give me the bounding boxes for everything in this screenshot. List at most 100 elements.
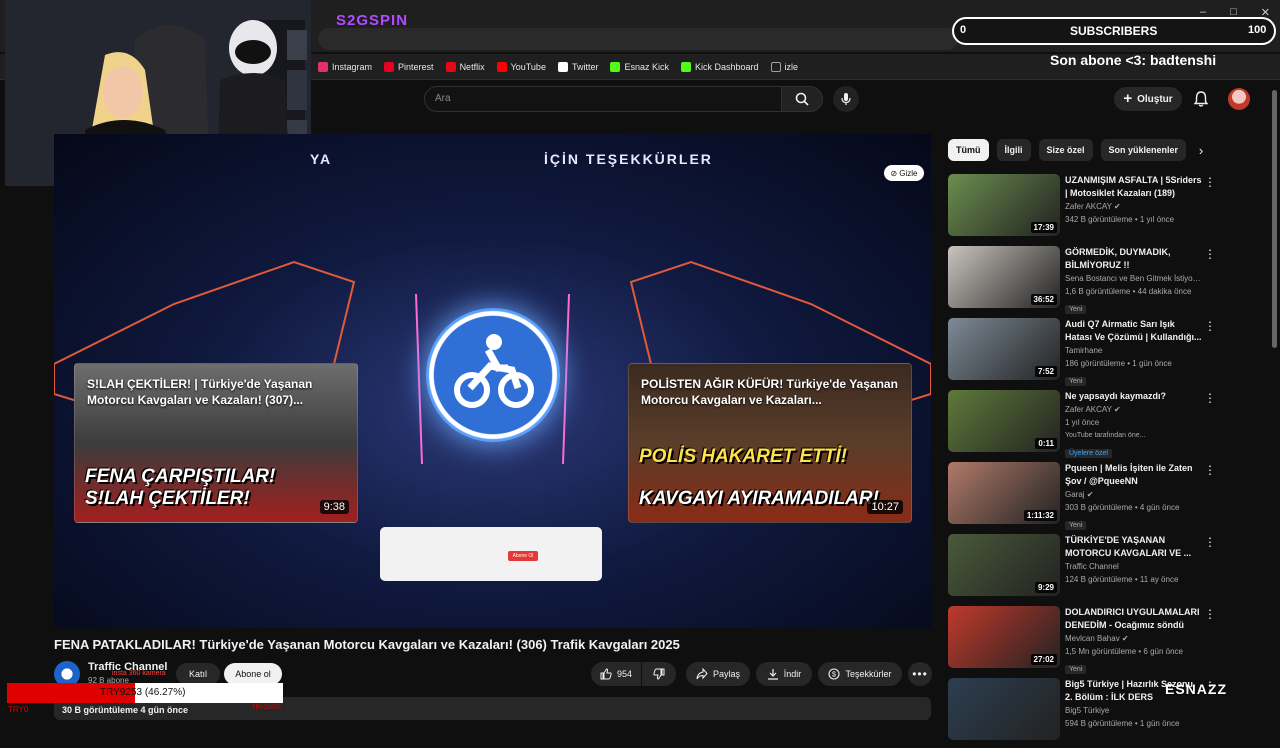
recommendation-item[interactable]: 9:29 TÜRKİYE'DE YAŞANAN MOTORCU KAVGALARI… (948, 532, 1224, 604)
download-button[interactable]: İndir (756, 662, 812, 686)
recommendation-channel[interactable]: Tamirhane (1065, 344, 1203, 357)
chip-for-you[interactable]: Size özel (1038, 139, 1093, 161)
bookmark-instagram[interactable]: Instagram (318, 61, 372, 72)
recommendation-thumbnail[interactable]: 0:11 (948, 390, 1060, 452)
tab-site-logo[interactable]: S2GSPIN (336, 12, 408, 29)
end-card-left-video[interactable]: S!LAH ÇEKTİLER! | Türkiye'de Yaşanan Mot… (74, 363, 358, 523)
recommendation-info: Audi Q7 Airmatic Sarı Işık Hatası Ve Çöz… (1065, 318, 1203, 388)
bookmark-folder-izle[interactable]: izle (770, 61, 798, 72)
recommendation-title[interactable]: Audi Q7 Airmatic Sarı Işık Hatası Ve Çöz… (1065, 318, 1203, 344)
recommendation-title[interactable]: Big5 Türkiye | Hazırlık Sezonu 2. Bölüm … (1065, 678, 1203, 704)
chip-all[interactable]: Tümü (948, 139, 989, 161)
recommendation-item[interactable]: 0:11 Ne yapsaydı kaymazdı? Zafer AKCAY ✔ 1 … (948, 388, 1224, 460)
bookmark-kick-dashboard[interactable]: Kick Dashboard (681, 61, 759, 72)
more-vertical-icon[interactable]: ⋮ (1204, 607, 1216, 621)
recommendation-meta: 124 B görüntüleme • 11 ay önce (1065, 575, 1179, 584)
more-vertical-icon[interactable]: ⋮ (1204, 247, 1216, 261)
thanks-button[interactable]: $ Teşekkürler (818, 662, 902, 686)
chip-related[interactable]: İlgili (996, 139, 1031, 161)
recommendation-thumbnail[interactable]: 17:39 (948, 174, 1060, 236)
svg-text:$: $ (833, 672, 837, 679)
create-button[interactable]: + Oluştur (1114, 87, 1182, 111)
recommendation-thumbnail[interactable] (948, 678, 1060, 740)
end-card-right-video[interactable]: POLİSTEN AĞIR KÜFÜR! Türkiye'de Yaşanan … (628, 363, 912, 523)
recommendation-title[interactable]: Pqueen | Melis İşiten ile Zaten Şov / @P… (1065, 462, 1203, 488)
more-actions-button[interactable]: ••• (908, 662, 932, 686)
subscriber-goal-start: 0 (960, 24, 967, 36)
account-avatar[interactable] (1228, 88, 1250, 110)
end-screen-subscribe-button[interactable]: Abone Ol (508, 551, 538, 561)
recommendation-thumbnail[interactable]: 9:29 (948, 534, 1060, 596)
recommendation-item[interactable]: 1:11:32 Pqueen | Melis İşiten ile Zaten Ş… (948, 460, 1224, 532)
recommendation-thumbnail[interactable]: 7:52 (948, 318, 1060, 380)
share-icon (696, 668, 708, 680)
recommendation-info: TÜRKİYE'DE YAŞANAN MOTORCU KAVGALARI VE … (1065, 534, 1203, 586)
join-button[interactable]: Katıl (176, 663, 220, 685)
more-vertical-icon[interactable]: ⋮ (1204, 679, 1216, 693)
hide-end-screen-button[interactable]: ⊘ Gizle (884, 165, 924, 181)
video-player[interactable]: YA İÇİN TEŞEKKÜRLER ⊘ Gizle S!LAH ÇEKTİL… (54, 134, 931, 628)
more-horizontal-icon: ••• (912, 667, 928, 681)
recommendation-thumbnail[interactable]: 36:52 (948, 246, 1060, 308)
share-button[interactable]: Paylaş (686, 662, 750, 686)
address-bar[interactable] (318, 28, 958, 50)
recommendation-channel[interactable]: Zafer AKCAY ✔ (1065, 403, 1203, 416)
filter-chips: Tümü İlgili Size özel Son yüklenenler (948, 139, 1187, 161)
recommendation-title[interactable]: GÖRMEDİK, DUYMADIK, BİLMİYORUZ !! (1065, 246, 1203, 272)
recommendation-meta: 1,5 Mn görüntüleme • 6 gün önce (1065, 647, 1183, 656)
more-vertical-icon[interactable]: ⋮ (1204, 175, 1216, 189)
recommendation-meta: 342 B görüntüleme • 1 yıl önce (1065, 215, 1175, 224)
recommendation-info: Big5 Türkiye | Hazırlık Sezonu 2. Bölüm … (1065, 678, 1203, 730)
recommendation-channel[interactable]: Garaj ✔ (1065, 488, 1203, 501)
bookmark-pinterest[interactable]: Pinterest (384, 61, 434, 72)
recommendation-item[interactable]: 36:52 GÖRMEDİK, DUYMADIK, BİLMİYORUZ !! Se… (948, 244, 1224, 316)
like-button[interactable]: 954 (591, 662, 641, 686)
search-button[interactable] (781, 86, 823, 112)
recommendation-channel[interactable]: Mevlcan Bahav ✔ (1065, 632, 1203, 645)
recommendation-item[interactable]: 17:39 UZANMIŞIM ASFALTA | 5Sriders | Moto… (948, 172, 1224, 244)
chip-recently-uploaded[interactable]: Son yüklenenler (1100, 139, 1187, 161)
bookmark-esnaz-kick[interactable]: Esnaz Kick (610, 61, 669, 72)
dislike-button[interactable] (642, 662, 676, 686)
bookmark-youtube[interactable]: YouTube (496, 61, 546, 72)
recommendation-title[interactable]: DOLANDIRICI UYGULAMALARI DENEDİM - Ocağı… (1065, 606, 1203, 632)
subscribe-button[interactable]: Abone ol (224, 663, 282, 685)
bookmark-netflix[interactable]: Netflix (445, 61, 485, 72)
recommendation-title[interactable]: TÜRKİYE'DE YAŞANAN MOTORCU KAVGALARI VE … (1065, 534, 1203, 560)
recommendation-title[interactable]: UZANMIŞIM ASFALTA | 5Sriders | Motosikle… (1065, 174, 1203, 200)
recommendation-channel[interactable]: Sena Bostancı ve Ben Gitmek İstiyorum ✔ (1065, 272, 1203, 285)
bookmark-twitter[interactable]: Twitter (557, 61, 598, 72)
recommendation-item[interactable]: 7:52 Audi Q7 Airmatic Sarı Işık Hatası Ve… (948, 316, 1224, 388)
donation-goal-end: TRY20000 (252, 705, 281, 711)
recommendation-meta: 1,6 B görüntüleme • 44 dakika önce (1065, 287, 1192, 296)
chevron-right-icon[interactable]: › (1192, 141, 1210, 159)
thumbs-up-icon (600, 668, 612, 680)
recommendation-thumbnail[interactable]: 1:11:32 (948, 462, 1060, 524)
instagram-icon (318, 61, 328, 72)
recommendation-title[interactable]: Ne yapsaydı kaymazdı? (1065, 390, 1203, 403)
more-vertical-icon[interactable]: ⋮ (1204, 535, 1216, 549)
scrollbar[interactable] (1272, 90, 1277, 348)
thumbs-down-icon (653, 668, 665, 680)
voice-search-button[interactable] (833, 86, 859, 112)
recommendation-item[interactable]: 27:02 DOLANDIRICI UYGULAMALARI DENEDİM - … (948, 604, 1224, 676)
channel-logo-element[interactable] (426, 308, 560, 442)
recommendation-thumbnail[interactable]: 27:02 (948, 606, 1060, 668)
end-card-title: S!LAH ÇEKTİLER! | Türkiye'de Yaşanan Mot… (87, 377, 313, 407)
subscriber-goal-target: 100 (1248, 24, 1267, 36)
recommendation-duration: 17:39 (1030, 222, 1057, 233)
kick-icon (610, 61, 621, 72)
like-count: 954 (616, 669, 633, 679)
recommendation-channel[interactable]: Traffic Channel (1065, 560, 1203, 573)
notifications-bell-icon[interactable] (1192, 90, 1210, 108)
recommendation-channel[interactable]: Zafer AKCAY ✔ (1065, 200, 1203, 213)
end-screen-subscribe-card[interactable] (380, 527, 602, 581)
more-vertical-icon[interactable]: ⋮ (1204, 463, 1216, 477)
folder-icon (770, 61, 781, 72)
more-vertical-icon[interactable]: ⋮ (1204, 391, 1216, 405)
recommendation-item[interactable]: Big5 Türkiye | Hazırlık Sezonu 2. Bölüm … (948, 676, 1224, 748)
more-vertical-icon[interactable]: ⋮ (1204, 319, 1216, 333)
recommendation-channel[interactable]: Big5 Türkiye (1065, 704, 1203, 717)
end-screen-text-left: YA (310, 151, 333, 167)
search-input[interactable]: Ara (424, 86, 782, 112)
